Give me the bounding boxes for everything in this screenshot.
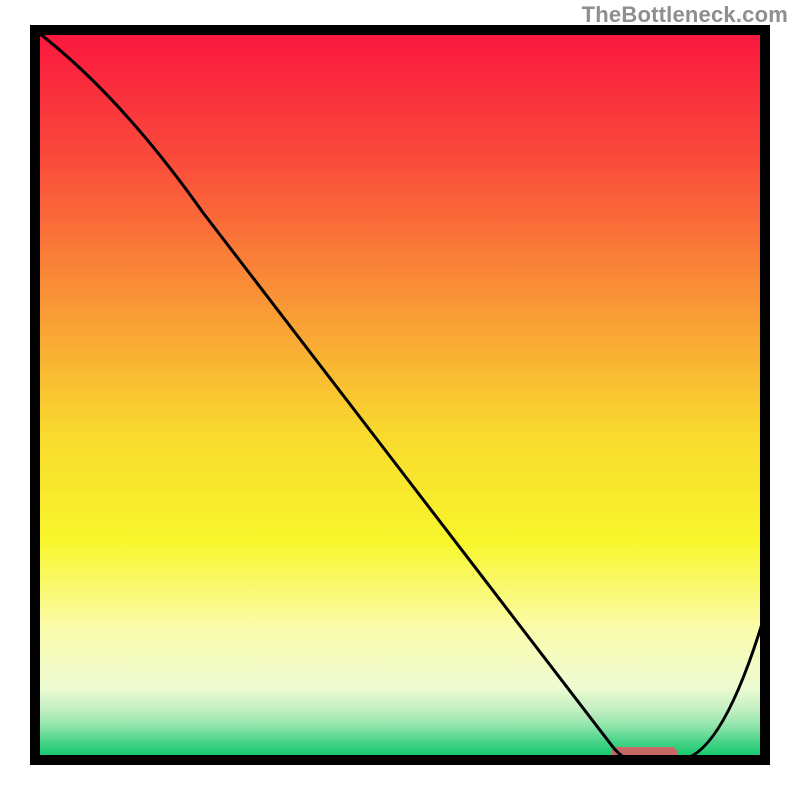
attribution-text: TheBottleneck.com: [582, 2, 788, 28]
chart-svg: [0, 0, 800, 800]
chart-container: TheBottleneck.com: [0, 0, 800, 800]
plot-background: [35, 30, 765, 760]
